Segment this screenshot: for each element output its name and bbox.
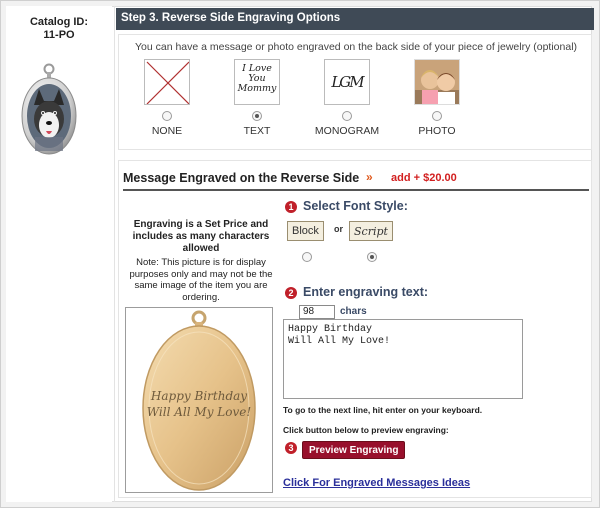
none-label: NONE (151, 125, 183, 137)
photo-label: PHOTO (418, 125, 456, 137)
option-text[interactable]: I Love You Mommy TEXT (217, 59, 297, 137)
message-title-row: Message Engraved on the Reverse Side » a… (123, 169, 589, 191)
font-style-label: Select Font Style: (303, 199, 408, 213)
children-photo-icon (415, 60, 459, 104)
text-option-image[interactable]: I Love You Mommy (234, 59, 280, 105)
preview-hint: Click button below to preview engraving: (283, 425, 449, 435)
message-section: Message Engraved on the Reverse Side » a… (118, 160, 592, 498)
red-x-none-icon (146, 61, 189, 104)
step-3-badge: 3 (285, 442, 297, 454)
engraved-messages-ideas-link[interactable]: Click For Engraved Messages Ideas (283, 477, 470, 489)
script-font-radio[interactable] (367, 252, 377, 262)
message-title: Message Engraved on the Reverse Side (123, 171, 360, 185)
text-label: TEXT (243, 125, 271, 137)
catalog-id-value: 11-PO (43, 29, 75, 41)
catalog-id-label: Catalog ID: (29, 16, 89, 28)
or-text: or (334, 224, 343, 234)
monogram-option-image[interactable]: LGM (324, 59, 370, 105)
engraving-preview-box: Happy Birthday Will All My Love! (125, 307, 273, 493)
none-radio[interactable] (162, 111, 172, 121)
gold-pendant-preview: Happy Birthday Will All My Love! (142, 310, 256, 491)
preview-engraving-button[interactable]: Preview Engraving (302, 441, 406, 459)
column-divider (114, 6, 115, 502)
double-arrow-icon: » (366, 170, 373, 184)
step-1-badge: 1 (285, 201, 297, 213)
display-note: Note: This picture is for display purpos… (129, 257, 273, 303)
options-intro-text: You can have a message or photo engraved… (134, 41, 578, 53)
engraving-text-label: Enter engraving text: (303, 285, 429, 299)
left-column: Catalog ID: 11-PO (6, 6, 112, 502)
monogram-radio[interactable] (342, 111, 352, 121)
block-font-button[interactable]: Block (287, 221, 324, 241)
block-font-radio[interactable] (302, 252, 312, 262)
engraving-price: add + $20.00 (391, 172, 457, 184)
photo-option-image[interactable] (414, 59, 460, 105)
monogram-label: MONOGRAM (314, 125, 380, 137)
chars-label: chars (340, 306, 367, 317)
option-photo[interactable]: PHOTO (397, 59, 477, 137)
script-font-button[interactable]: Script (349, 221, 393, 241)
chars-remaining-field[interactable]: 98 (299, 305, 335, 319)
option-none[interactable]: NONE (127, 59, 207, 137)
none-option-image[interactable] (144, 59, 190, 105)
step-2-badge: 2 (285, 287, 297, 299)
monogram-sample: LGM (331, 73, 364, 91)
engraving-text-area[interactable]: Happy Birthday Will All My Love! (283, 319, 523, 399)
husky-pendant-thumbnail (21, 63, 77, 155)
text-sample-line: Mommy (237, 83, 277, 94)
engraving-options-panel: You can have a message or photo engraved… (118, 34, 592, 150)
option-monogram[interactable]: LGM MONOGRAM (307, 59, 387, 137)
text-radio[interactable] (252, 111, 262, 121)
preview-line-1: Happy Birthday (150, 389, 247, 403)
preview-line-2: Will All My Love! (147, 405, 252, 419)
set-price-note: Engraving is a Set Price and includes as… (132, 219, 270, 254)
next-line-hint: To go to the next line, hit enter on you… (283, 405, 483, 415)
step3-header: Step 3. Reverse Side Engraving Options (116, 8, 594, 30)
photo-radio[interactable] (432, 111, 442, 121)
